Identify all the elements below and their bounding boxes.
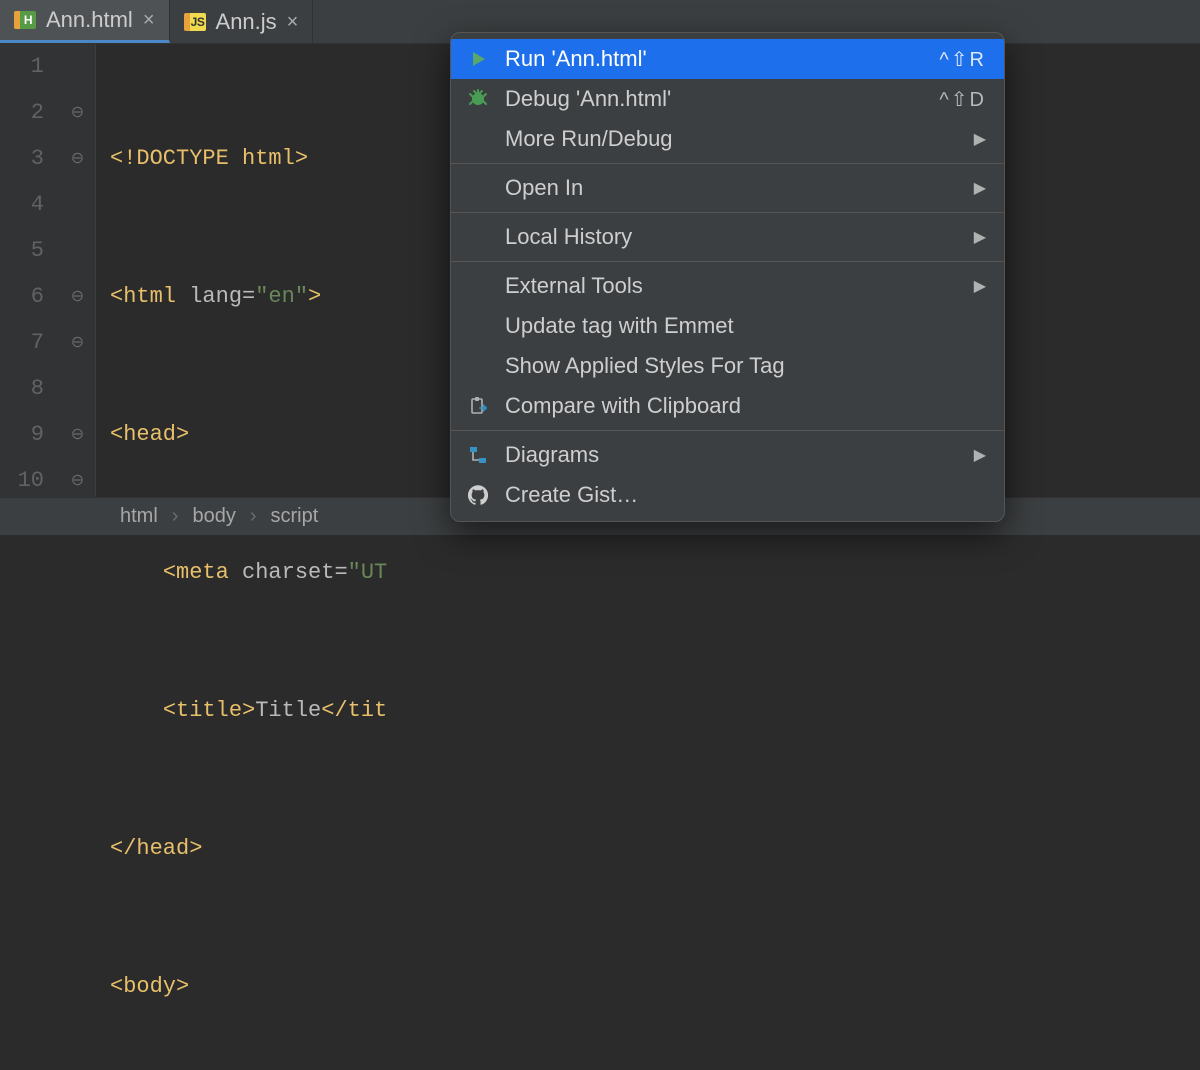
icon-spacer — [465, 313, 491, 339]
menu-shortcut: ^⇧R — [939, 47, 986, 72]
icon-spacer — [465, 175, 491, 201]
menu-run[interactable]: Run 'Ann.html' ^⇧R — [451, 39, 1004, 79]
code-token: charset= — [229, 560, 348, 585]
breadcrumb-item[interactable]: body — [192, 505, 235, 528]
clipboard-icon — [465, 393, 491, 419]
chevron-right-icon: ▶ — [974, 445, 986, 465]
tab-label: Ann.html — [46, 7, 133, 33]
code-token: "UT — [348, 560, 388, 585]
menu-label: Update tag with Emmet — [505, 313, 986, 339]
js-file-icon: JS — [184, 13, 206, 31]
menu-shortcut: ^⇧D — [939, 87, 986, 112]
tab-label: Ann.js — [216, 9, 277, 35]
context-menu: Run 'Ann.html' ^⇧R Debug 'Ann.html' ^⇧D … — [450, 32, 1005, 522]
code-token: </tit — [321, 698, 387, 723]
code-token: <body> — [110, 974, 189, 999]
code-token: <meta — [163, 560, 229, 585]
menu-label: Local History — [505, 224, 960, 250]
chevron-right-icon: ▶ — [974, 129, 986, 149]
menu-debug[interactable]: Debug 'Ann.html' ^⇧D — [451, 79, 1004, 119]
menu-external-tools[interactable]: External Tools ▶ — [451, 266, 1004, 306]
editor-tab-ann-html[interactable]: H Ann.html × — [0, 0, 170, 43]
icon-spacer — [465, 126, 491, 152]
chevron-right-icon: ▶ — [974, 178, 986, 198]
menu-label: Diagrams — [505, 442, 960, 468]
line-number-gutter: 12345678910 — [0, 44, 60, 497]
code-content[interactable]: <!DOCTYPE html> <html lang="en"> <head> … — [96, 44, 387, 497]
debug-icon — [465, 86, 491, 112]
menu-more-run-debug[interactable]: More Run/Debug ▶ — [451, 119, 1004, 159]
breadcrumb-item[interactable]: html — [120, 505, 158, 528]
chevron-right-icon: › — [172, 505, 179, 528]
code-token: <html — [110, 284, 176, 309]
menu-update-tag-emmet[interactable]: Update tag with Emmet — [451, 306, 1004, 346]
code-token: <!DOCTYPE html> — [110, 146, 308, 171]
breadcrumb-item[interactable]: script — [271, 505, 319, 528]
code-token: </head> — [110, 836, 202, 861]
menu-local-history[interactable]: Local History ▶ — [451, 217, 1004, 257]
menu-compare-clipboard[interactable]: Compare with Clipboard — [451, 386, 1004, 426]
menu-label: More Run/Debug — [505, 126, 960, 152]
chevron-right-icon: › — [250, 505, 257, 528]
menu-label: Show Applied Styles For Tag — [505, 353, 986, 379]
editor-tab-ann-js[interactable]: JS Ann.js × — [170, 0, 314, 43]
icon-spacer — [465, 273, 491, 299]
code-token: Title — [255, 698, 321, 723]
code-token: <title> — [163, 698, 255, 723]
menu-label: Create Gist… — [505, 482, 986, 508]
icon-spacer — [465, 224, 491, 250]
menu-separator — [451, 430, 1004, 431]
chevron-right-icon: ▶ — [974, 227, 986, 247]
code-token: lang= — [176, 284, 255, 309]
icon-spacer — [465, 353, 491, 379]
chevron-right-icon: ▶ — [974, 276, 986, 296]
close-icon[interactable]: × — [143, 10, 155, 30]
html-file-icon: H — [14, 11, 36, 29]
code-token: <head> — [110, 422, 189, 447]
menu-separator — [451, 163, 1004, 164]
menu-label: Debug 'Ann.html' — [505, 86, 925, 112]
menu-separator — [451, 261, 1004, 262]
menu-label: Compare with Clipboard — [505, 393, 986, 419]
code-token: > — [308, 284, 321, 309]
menu-open-in[interactable]: Open In ▶ — [451, 168, 1004, 208]
menu-diagrams[interactable]: Diagrams ▶ — [451, 435, 1004, 475]
run-icon — [465, 46, 491, 72]
menu-separator — [451, 212, 1004, 213]
menu-label: External Tools — [505, 273, 960, 299]
github-icon — [465, 482, 491, 508]
diagram-icon — [465, 442, 491, 468]
menu-label: Run 'Ann.html' — [505, 46, 925, 72]
menu-label: Open In — [505, 175, 960, 201]
code-token: "en" — [255, 284, 308, 309]
close-icon[interactable]: × — [287, 12, 299, 32]
menu-create-gist[interactable]: Create Gist… — [451, 475, 1004, 515]
fold-gutter[interactable]: ⊖⊖⊖⊖⊖⊖ — [60, 44, 96, 497]
menu-applied-styles[interactable]: Show Applied Styles For Tag — [451, 346, 1004, 386]
